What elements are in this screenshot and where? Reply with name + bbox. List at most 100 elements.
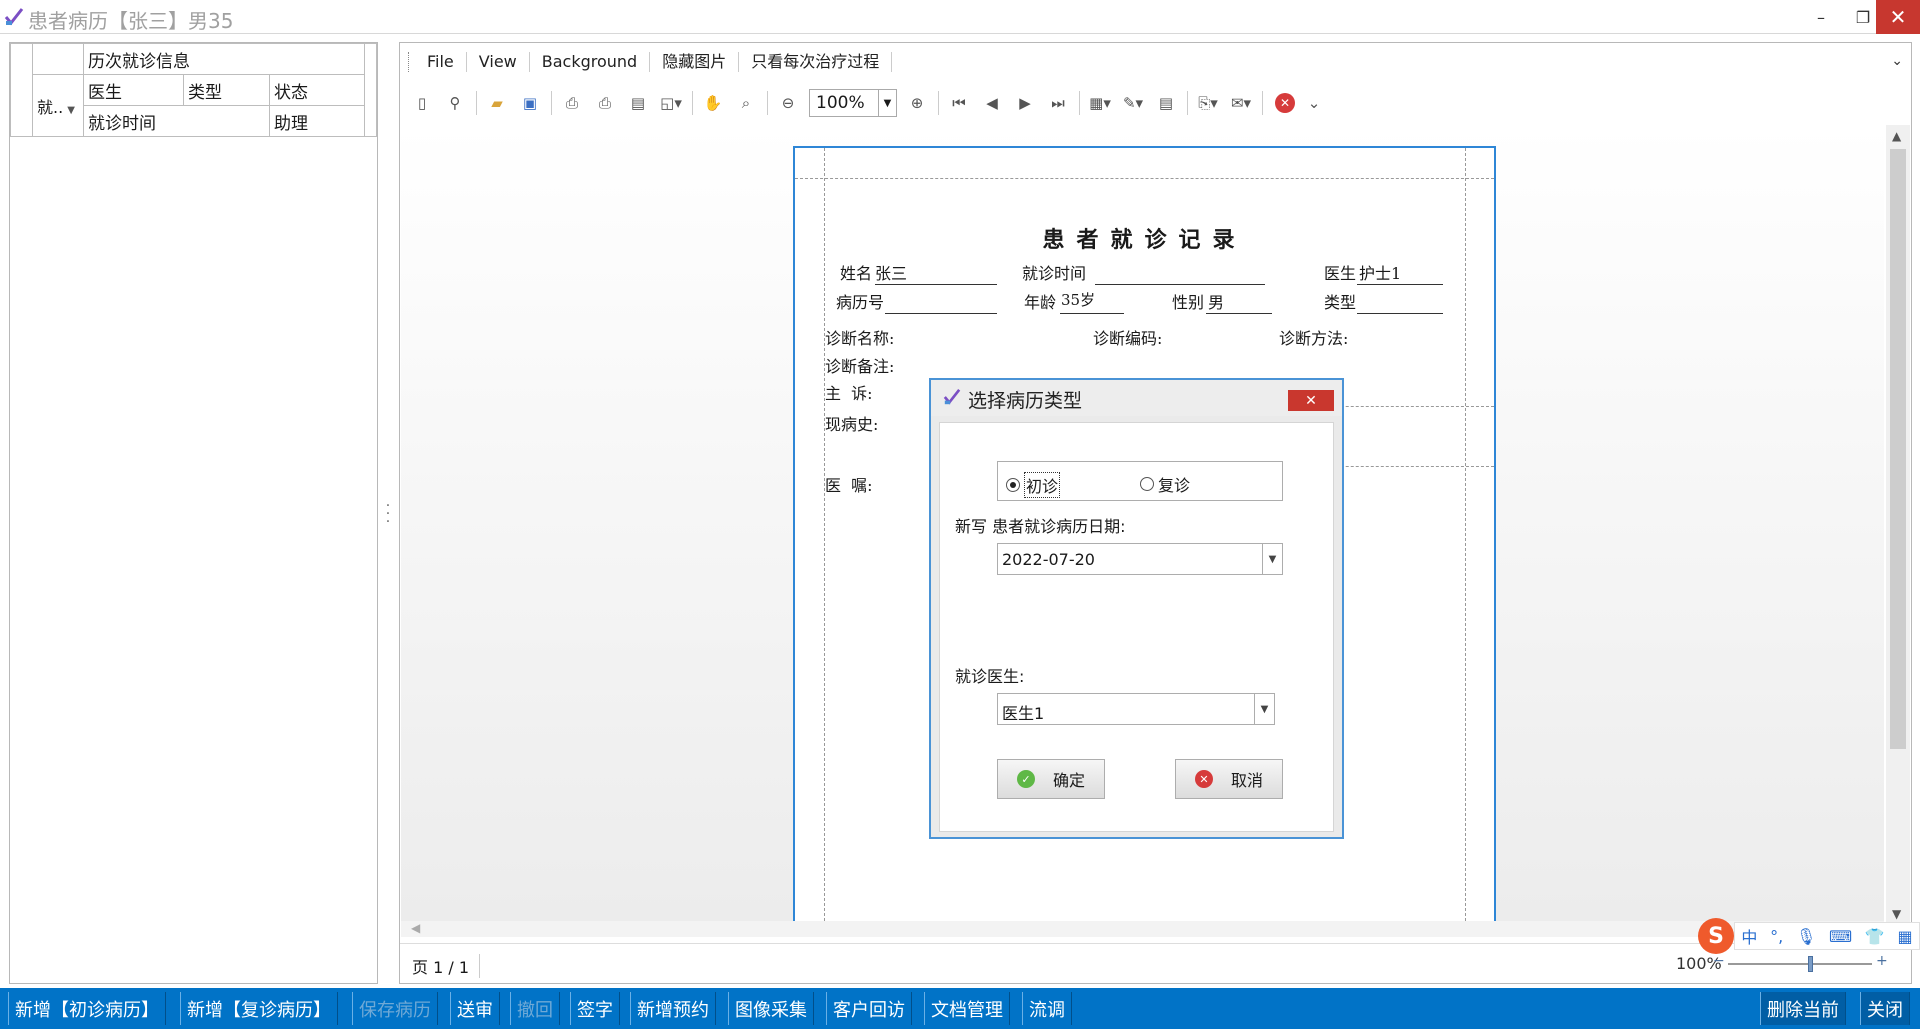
grid-col-type[interactable]: 类型 [183, 74, 270, 106]
radio-checked-icon[interactable] [1006, 478, 1020, 492]
grid-col-assistant[interactable]: 助理 [269, 105, 365, 137]
menubar-expand-icon[interactable]: ⌄ [1891, 53, 1903, 69]
menu-background[interactable]: Background [530, 52, 651, 72]
skin-icon[interactable]: 👕 [1865, 927, 1885, 946]
quick-print-icon[interactable]: ⎙ [591, 89, 619, 117]
customer-followup-button[interactable]: 客户回访 [826, 992, 912, 1025]
zoom-slider-plus-icon[interactable]: + [1876, 953, 1888, 969]
prev-page-icon[interactable]: ◀ [978, 89, 1006, 117]
scroll-up-icon[interactable]: ▲ [1892, 129, 1901, 143]
zoom-in-icon[interactable]: ⊕ [903, 89, 931, 117]
last-page-icon[interactable]: ⏭ [1044, 89, 1072, 117]
image-capture-button[interactable]: 图像采集 [728, 992, 814, 1025]
first-page-icon[interactable]: ⏮ [945, 89, 973, 117]
doc-name-label: 姓名 [840, 264, 873, 283]
transfer-button[interactable]: 流调 [1022, 992, 1072, 1025]
print-icon[interactable]: ⎙ [558, 89, 586, 117]
find-icon[interactable]: ⚲ [441, 89, 469, 117]
ok-button-label: 确定 [1052, 771, 1085, 790]
color-icon[interactable]: ✎▾ [1119, 89, 1147, 117]
horizontal-scrollbar[interactable]: ◀ [401, 921, 1884, 937]
save-icon[interactable]: ▣ [516, 89, 544, 117]
sogou-logo-icon[interactable]: S [1698, 918, 1734, 954]
visit-doctor-select[interactable]: 医生1 ▼ [997, 693, 1275, 725]
menu-file[interactable]: File [415, 52, 467, 72]
ok-button[interactable]: ✓ 确定 [997, 759, 1105, 799]
visit-type-radio-group: 初诊 复诊 [997, 461, 1283, 501]
scroll-thumb[interactable] [1890, 149, 1906, 749]
grid-col-visit-time[interactable]: 就诊时间 [83, 105, 270, 137]
record-date-picker[interactable]: 2022-07-20 ▼ [997, 543, 1283, 575]
close-button[interactable]: 关闭 [1860, 992, 1910, 1025]
close-preview-icon[interactable]: ✕ [1275, 93, 1295, 113]
new-return-visit-button[interactable]: 新增【复诊病历】 [180, 992, 338, 1025]
dialog-titlebar[interactable]: 选择病历类型 [931, 380, 1342, 416]
ime-lang-toggle[interactable]: 中 [1741, 924, 1757, 948]
window-close-button[interactable]: ✕ [1876, 0, 1920, 34]
new-appointment-button[interactable]: 新增预约 [630, 992, 716, 1025]
dialog-close-button[interactable]: ✕ [1288, 390, 1334, 411]
cancel-button-label: 取消 [1230, 771, 1263, 790]
cancel-button[interactable]: ✕ 取消 [1175, 759, 1283, 799]
save-record-button[interactable]: 保存病历 [352, 992, 438, 1025]
zoom-slider-handle[interactable] [1808, 956, 1813, 972]
grid-col-status[interactable]: 状态 [269, 74, 365, 106]
doc-type-label: 类型 [1324, 293, 1357, 312]
zoom-select[interactable]: 100% ▼ [809, 89, 897, 117]
window-titlebar: 患者病历【张三】男35 – ❐ ✕ [0, 0, 1920, 34]
chevron-down-icon[interactable]: ▼ [1254, 694, 1274, 724]
zoom-slider-track[interactable] [1728, 963, 1872, 965]
panel-splitter[interactable]: · · · [384, 499, 392, 529]
open-folder-icon[interactable]: ▰ [483, 89, 511, 117]
menubar-grip[interactable] [408, 52, 411, 72]
hand-tool-icon[interactable]: ✋ [699, 89, 727, 117]
radio-return-visit-label: 复诊 [1158, 476, 1191, 495]
chevron-down-icon[interactable]: ▼ [878, 90, 896, 116]
doc-history-label: 现病史: [825, 415, 879, 434]
filter-dropdown-icon[interactable]: ▼ [67, 105, 75, 116]
send-mail-icon[interactable]: ✉▾ [1227, 89, 1255, 117]
thumbnails-icon[interactable]: ▯ [408, 89, 436, 117]
document-title: 患者就诊记录 [1042, 228, 1247, 253]
magnifier-icon[interactable]: ⌕ [732, 89, 760, 117]
toolbar-more-icon[interactable]: ⌄ [1300, 89, 1328, 117]
new-first-visit-button[interactable]: 新增【初诊病历】 [8, 992, 166, 1025]
visit-doctor-label: 就诊医生: [955, 667, 1025, 686]
ime-toolbar[interactable]: S 中 °, 🎙 ⌨ 👕 ▦ [1698, 918, 1920, 954]
zoom-slider-minus-icon[interactable]: − [1713, 953, 1725, 969]
export-icon[interactable]: ⎘▾ [1194, 89, 1222, 117]
doc-age-label: 年龄 [1024, 293, 1057, 312]
sign-button[interactable]: 签字 [570, 992, 620, 1025]
chevron-down-icon[interactable]: ▼ [1262, 544, 1282, 574]
app-logo-icon [4, 8, 24, 26]
submit-review-button[interactable]: 送审 [450, 992, 500, 1025]
scale-icon[interactable]: ◱▾ [657, 89, 685, 117]
multipage-icon[interactable]: ▦▾ [1086, 89, 1114, 117]
menu-view[interactable]: View [467, 52, 530, 72]
document-manage-button[interactable]: 文档管理 [924, 992, 1010, 1025]
delete-current-button[interactable]: 删除当前 [1760, 992, 1846, 1025]
zoom-value: 100% [816, 93, 865, 113]
radio-return-visit[interactable]: 复诊 [1140, 472, 1190, 496]
record-date-label: 新写 患者就诊病历日期: [955, 517, 1126, 536]
radio-first-visit[interactable]: 初诊 [1006, 472, 1061, 498]
menu-treatment-only[interactable]: 只看每次治疗过程 [739, 52, 893, 72]
visit-doctor-value: 医生1 [1002, 704, 1045, 723]
ime-menu-icon[interactable]: ▦ [1897, 927, 1912, 946]
minimize-button[interactable]: – [1800, 0, 1842, 34]
grid-column-chooser[interactable]: 就.. ▼ [32, 74, 84, 137]
ime-punctuation-icon[interactable]: °, [1770, 927, 1783, 946]
watermark-icon[interactable]: ▤ [1152, 89, 1180, 117]
zoom-out-icon[interactable]: ⊖ [774, 89, 802, 117]
keyboard-icon[interactable]: ⌨ [1829, 927, 1852, 946]
grid-row-gutter[interactable] [10, 43, 33, 137]
vertical-scrollbar[interactable]: ▲ ▼ [1886, 125, 1910, 925]
microphone-icon[interactable]: 🎙 [1796, 927, 1816, 946]
next-page-icon[interactable]: ▶ [1011, 89, 1039, 117]
withdraw-button[interactable]: 撤回 [510, 992, 560, 1025]
page-setup-icon[interactable]: ▤ [624, 89, 652, 117]
grid-col-doctor[interactable]: 医生 [83, 74, 184, 106]
select-record-type-dialog: 选择病历类型 ✕ 初诊 复诊 新写 患者就诊病历日期: 2022-07-20 ▼… [929, 378, 1344, 839]
radio-unchecked-icon[interactable] [1140, 477, 1154, 491]
menu-hide-images[interactable]: 隐藏图片 [650, 52, 740, 72]
